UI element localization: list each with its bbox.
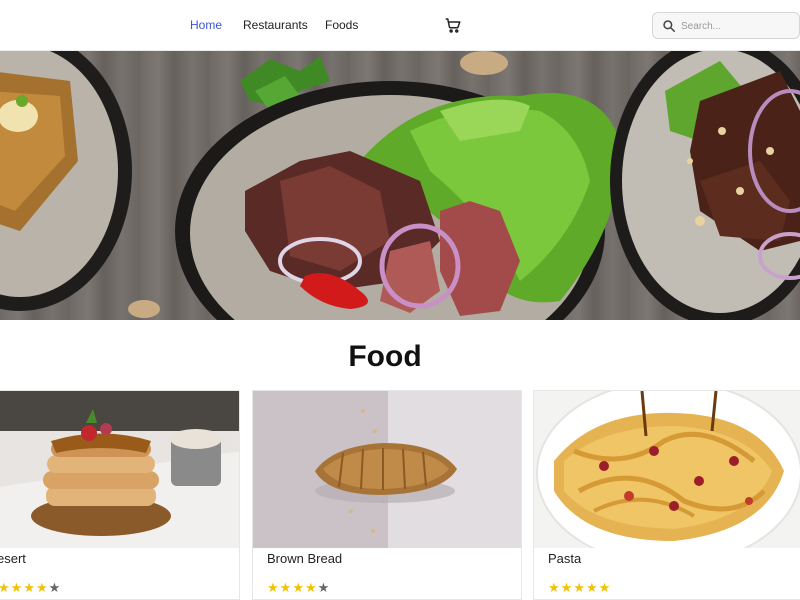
- star-empty-icon: ★: [48, 580, 62, 595]
- star-icon: ★: [0, 580, 11, 595]
- search-icon: [662, 19, 676, 33]
- star-icon: ★: [267, 580, 280, 595]
- star-icon: ★: [292, 580, 305, 595]
- food-card[interactable]: Pasta ★★★★★: [533, 390, 800, 600]
- rating-stars: ★★★★★: [548, 580, 611, 596]
- search-input[interactable]: [681, 17, 793, 35]
- hero-food-image: [0, 51, 800, 320]
- nav-link-restaurants[interactable]: Restaurants: [243, 18, 308, 32]
- star-icon: ★: [548, 580, 561, 595]
- star-icon: ★: [304, 580, 318, 595]
- food-card-image: [0, 391, 239, 548]
- star-icon: ★: [573, 580, 586, 595]
- food-card-image: [253, 391, 521, 548]
- rating-stars: ★★★★★: [267, 580, 330, 596]
- search-box[interactable]: [652, 12, 800, 39]
- star-icon: ★: [35, 580, 49, 595]
- star-icon: ★: [560, 580, 574, 595]
- rating-stars: ★★★★★: [0, 580, 61, 596]
- nav-link-home[interactable]: Home: [190, 18, 222, 32]
- food-card-name: esert: [0, 551, 26, 566]
- food-card-name: Pasta: [548, 551, 582, 566]
- star-icon: ★: [10, 580, 24, 595]
- food-card-name: Brown Bread: [267, 551, 343, 566]
- star-icon: ★: [598, 580, 612, 595]
- shopping-cart-icon[interactable]: [444, 16, 462, 34]
- section-title: Food: [348, 340, 422, 373]
- star-empty-icon: ★: [317, 580, 331, 595]
- food-card[interactable]: esert ★★★★★: [0, 390, 240, 600]
- star-icon: ★: [23, 580, 36, 595]
- star-icon: ★: [585, 580, 599, 595]
- navbar: Home Restaurants Foods: [0, 0, 800, 51]
- star-icon: ★: [279, 580, 293, 595]
- hero-banner: [0, 51, 800, 320]
- food-card[interactable]: Brown Bread ★★★★★: [252, 390, 522, 600]
- food-card-image: [534, 391, 800, 548]
- nav-link-foods[interactable]: Foods: [325, 18, 358, 32]
